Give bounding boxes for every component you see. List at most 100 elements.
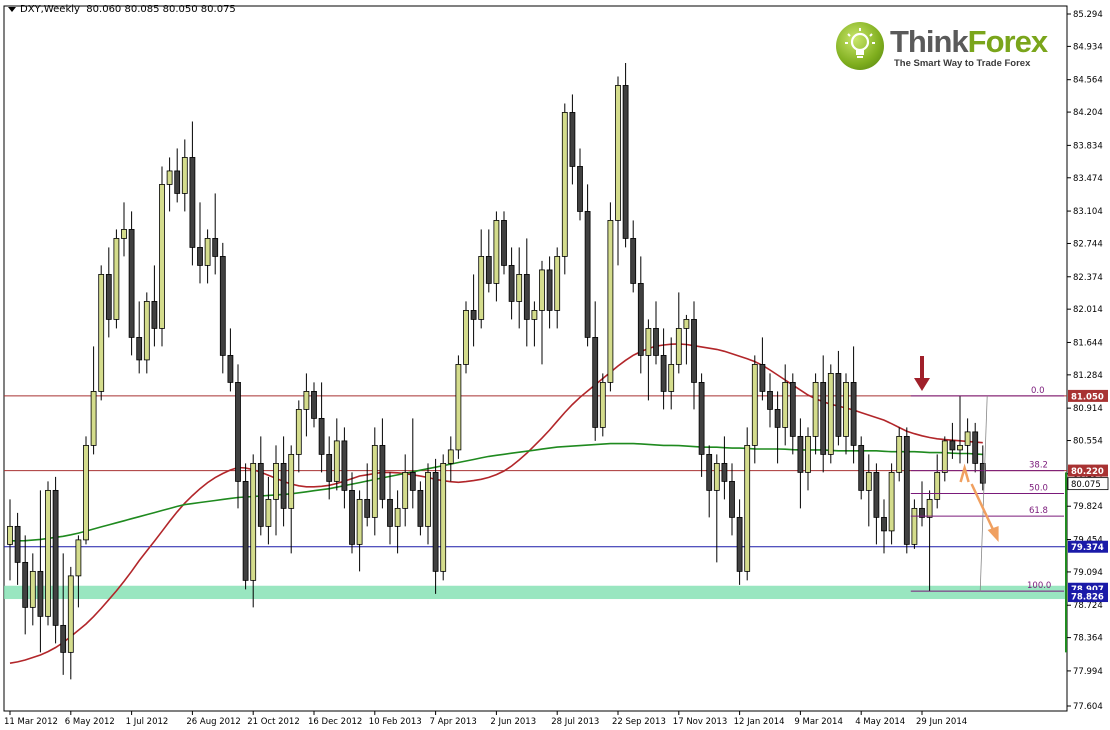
candle (60, 624, 67, 653)
candle (683, 319, 690, 329)
candle (227, 355, 234, 383)
x-tick-label: 29 Jun 2014 (916, 717, 967, 727)
ohlc-values: 80.060 80.085 80.050 80.075 (86, 4, 236, 15)
candle (409, 471, 416, 491)
candle (143, 301, 150, 361)
x-tick-label: 1 Jul 2012 (126, 717, 169, 727)
candle (630, 238, 637, 284)
y-tick-label: 83.834 (1073, 141, 1103, 151)
candle (531, 310, 538, 320)
candle (29, 570, 36, 608)
candle (387, 498, 393, 527)
y-tick-label: 79.094 (1073, 568, 1103, 578)
fib-level-label: 50.0 (1029, 483, 1048, 493)
candle (615, 85, 621, 221)
candle (767, 391, 773, 410)
candle (501, 220, 507, 266)
x-tick-label: 10 Feb 2013 (369, 717, 422, 727)
candle (941, 440, 948, 473)
candle (113, 238, 120, 320)
candle (729, 480, 735, 518)
candle (14, 525, 21, 563)
candle (493, 220, 500, 284)
price-chart[interactable]: 0.0 38.2 50.0 61.8 100.0 85.294 84.934 84.564 84… (0, 0, 1110, 730)
collapse-triangle-icon[interactable] (8, 6, 16, 12)
chart-window: 0.0 38.2 50.0 61.8 100.0 85.294 84.934 84.564 84… (0, 0, 1110, 730)
candle (159, 184, 165, 329)
price-tag-current: 80.075 (1071, 480, 1101, 490)
candle (470, 310, 477, 320)
candle (478, 256, 485, 320)
candle (22, 561, 29, 608)
candle (881, 516, 887, 532)
thinkforex-logo: ThinkForex The Smart Way to Trade Forex (836, 22, 1056, 72)
candle (75, 539, 82, 577)
y-tick-label: 82.014 (1073, 305, 1103, 315)
fib-level-label: 61.8 (1029, 506, 1048, 516)
candle (698, 382, 705, 455)
candle (972, 431, 979, 464)
candle (622, 85, 629, 239)
x-tick-label: 7 Apr 2013 (430, 717, 477, 727)
y-tick-label: 80.554 (1073, 437, 1103, 447)
y-tick-label: 77.994 (1073, 667, 1103, 677)
y-tick-label: 83.474 (1073, 174, 1103, 184)
candle (485, 256, 492, 284)
candle (820, 382, 827, 455)
candle (637, 283, 644, 356)
candle (447, 449, 454, 464)
candle (326, 453, 333, 482)
x-tick-label: 4 May 2014 (855, 717, 905, 727)
candle (577, 166, 583, 212)
candle (660, 355, 667, 392)
fib-level-label: 38.2 (1029, 461, 1048, 471)
candle (204, 238, 211, 266)
price-tag-fib38: 80.220 (1071, 467, 1104, 477)
candle (189, 157, 196, 248)
candle (713, 462, 720, 491)
candle (539, 269, 545, 311)
fib-level-label: 0.0 (1031, 386, 1045, 396)
candle (546, 269, 553, 311)
candle (440, 462, 447, 572)
candle (873, 471, 880, 518)
candle (607, 220, 614, 383)
candle (121, 229, 127, 239)
candle (105, 274, 112, 320)
candle (280, 462, 287, 509)
candle (599, 382, 606, 428)
candle (957, 444, 963, 451)
x-tick-label: 2 Jun 2013 (490, 717, 536, 727)
candle (67, 575, 74, 653)
candle (865, 471, 872, 491)
candle (774, 409, 781, 428)
candle (911, 507, 918, 545)
candle (949, 440, 956, 451)
y-tick-label: 79.824 (1073, 502, 1103, 512)
candle (653, 328, 659, 356)
y-tick-label: 84.204 (1073, 108, 1103, 118)
candle (371, 444, 378, 518)
candle (569, 112, 576, 167)
y-tick-label: 84.934 (1073, 42, 1103, 52)
candle (181, 157, 188, 194)
candle (805, 435, 811, 473)
x-tick-label: 12 Jan 2014 (734, 717, 785, 727)
y-tick-label: 81.284 (1073, 371, 1103, 381)
axis-marker (1065, 472, 1067, 653)
candle (7, 525, 13, 545)
candle (934, 471, 941, 500)
candle (98, 274, 105, 392)
candle (858, 444, 865, 491)
candle (364, 498, 371, 518)
y-tick-label: 78.724 (1073, 601, 1103, 611)
candle (675, 328, 682, 365)
candle (394, 507, 401, 527)
candle (888, 471, 895, 532)
candle (432, 471, 439, 572)
candle (797, 435, 804, 473)
candle (235, 382, 241, 482)
price-tag-zone-bottom: 78.826 (1071, 593, 1104, 603)
candle (759, 364, 766, 392)
candle (349, 489, 355, 545)
